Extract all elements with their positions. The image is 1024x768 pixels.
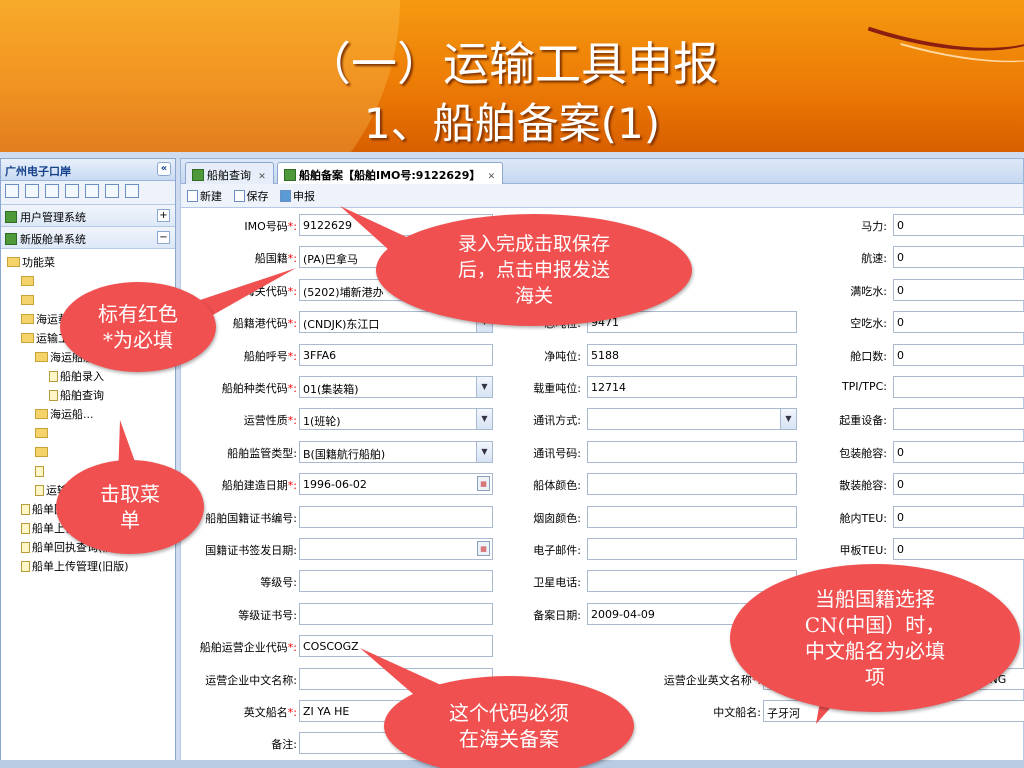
callout-submit: 录入完成击取保存 后，点击申报发送 海关 xyxy=(376,214,692,326)
callout-nation: 当船国籍选择 CN(中国）时， 中文船名为必填项 xyxy=(730,564,1020,712)
callout-line: CN(中国）时， xyxy=(804,613,946,637)
callout-code: 这个代码必须 在海关备案 xyxy=(384,676,634,768)
callout-menu: 击取菜单 xyxy=(56,460,204,554)
callout-line: 这个代码必须 xyxy=(449,701,569,725)
callout-line: 录入完成击取保存 xyxy=(457,233,610,255)
callout-line: *为必填 xyxy=(103,328,173,352)
callout-line: 中文船名为必填 xyxy=(804,639,945,663)
callout-line: 单 xyxy=(120,508,140,532)
callout-line: 标有红色 xyxy=(98,302,178,326)
callout-required: 标有红色 *为必填 xyxy=(60,282,216,372)
callout-line: 后，点击申报发送 xyxy=(457,259,610,281)
callout-line: 项 xyxy=(864,665,885,689)
callout-line: 在海关备案 xyxy=(459,727,559,751)
callout-line: 击取菜 xyxy=(100,482,160,506)
callout-line: 海关 xyxy=(514,285,553,307)
pointer-required xyxy=(200,268,296,320)
callout-line: 当船国籍选择 xyxy=(814,587,935,611)
